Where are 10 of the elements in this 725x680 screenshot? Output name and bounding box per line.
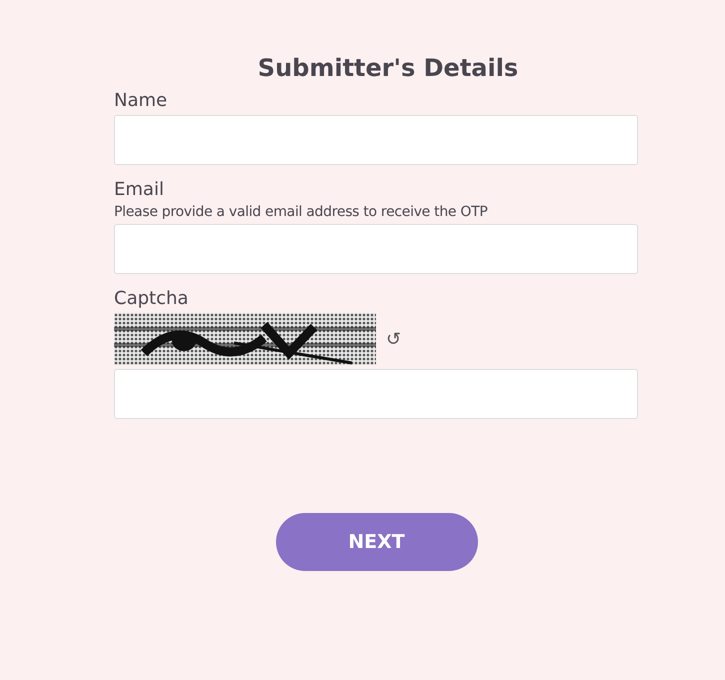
refresh-button[interactable]: ↺ (382, 326, 405, 352)
next-button[interactable]: NEXT (276, 513, 478, 571)
input-field[interactable] (114, 115, 638, 165)
field-label: Email (114, 179, 165, 200)
input-field[interactable] (114, 369, 638, 419)
field-label: Name (114, 90, 168, 111)
field-label: Captcha (114, 288, 190, 309)
input-field[interactable] (114, 224, 638, 274)
field-hint: Please provide a valid email address to receive the OTP (114, 204, 488, 220)
form-title: Submitter's Details (256, 54, 520, 82)
